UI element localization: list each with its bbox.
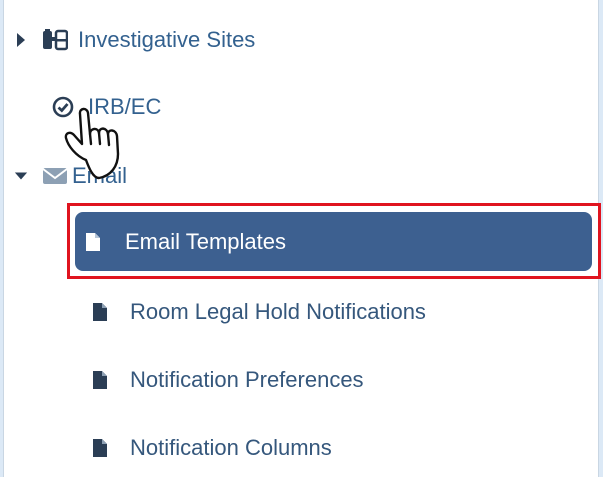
tree-item-label[interactable]: Investigative Sites [78, 27, 255, 53]
tree-item-notification-preferences[interactable]: Notification Preferences [92, 360, 364, 400]
tree-item-email[interactable]: Email [14, 156, 127, 196]
tree-item-label[interactable]: IRB/EC [88, 94, 161, 120]
binoculars-icon [42, 29, 68, 51]
tree-item-label[interactable]: Room Legal Hold Notifications [130, 299, 426, 325]
file-icon [92, 302, 108, 322]
tree-item-notification-columns[interactable]: Notification Columns [92, 428, 332, 468]
tree-item-investigative-sites[interactable]: Investigative Sites [14, 20, 255, 60]
tree-item-irb-ec[interactable]: IRB/EC [52, 87, 161, 127]
file-icon [92, 438, 108, 458]
tree-item-label[interactable]: Notification Columns [130, 435, 332, 461]
caret-right-icon[interactable] [14, 30, 28, 50]
caret-down-icon[interactable] [14, 166, 28, 186]
highlight-annotation-box [67, 203, 601, 279]
tree-item-label[interactable]: Notification Preferences [130, 367, 364, 393]
envelope-icon [42, 166, 68, 186]
check-circle-icon [52, 96, 74, 118]
tree-item-room-legal-hold-notifications[interactable]: Room Legal Hold Notifications [92, 292, 426, 332]
file-icon [92, 370, 108, 390]
tree-item-label[interactable]: Email [72, 163, 127, 189]
